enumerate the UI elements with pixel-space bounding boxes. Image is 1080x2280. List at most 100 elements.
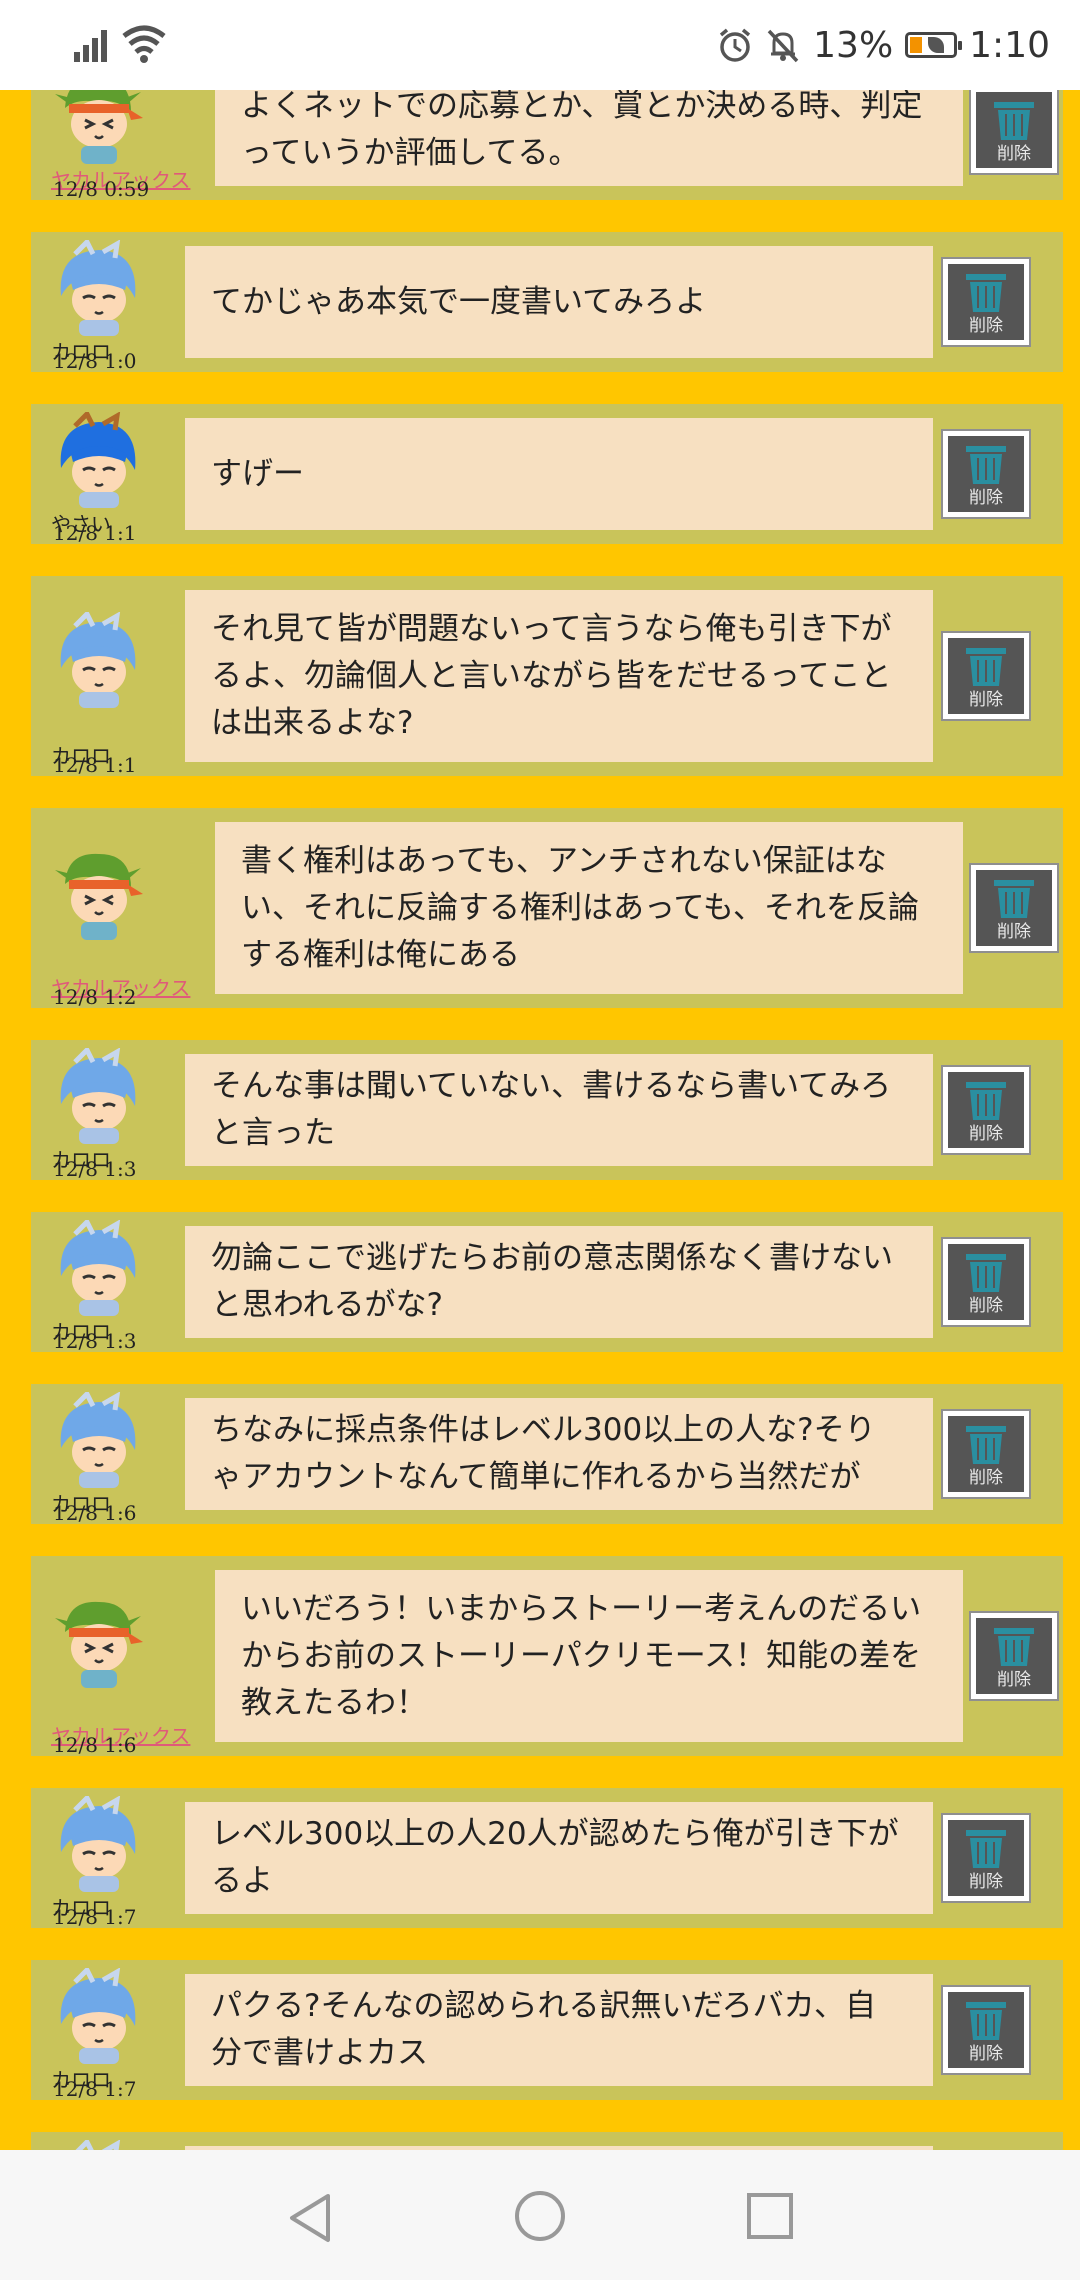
message-bubble: 勿論ここで逃げたらお前の意志関係なく書けない と思われるがな? <box>185 1226 933 1338</box>
trash-icon <box>994 1628 1034 1666</box>
user-avatar[interactable] <box>47 409 147 512</box>
message-timestamp: 12/8 1:6 <box>53 1733 137 1757</box>
chat-message-row: ヤカルアックス 12/8 1:6 いいだろう！いまからストーリー考えんのだるい からお… <box>31 1556 1063 1756</box>
recent-apps-icon[interactable] <box>746 2192 794 2240</box>
message-line: ちなみに採点条件はレベル300以上の人な?そり <box>211 1412 876 1448</box>
message-line: 分で書けよカス <box>211 2035 428 2071</box>
message-line: い、それに反論する権利はあっても、それを反論 <box>241 889 919 926</box>
message-timestamp: 12/8 1:6 <box>53 1501 137 1525</box>
message-line: るよ <box>211 1863 273 1899</box>
alarm-icon <box>720 28 751 62</box>
message-text: 勿論ここで逃げたらお前の意志関係なく書けない と思われるがな? <box>211 1235 893 1329</box>
navigation-bar <box>0 2150 1080 2280</box>
message-timestamp: 12/8 0:59 <box>53 177 150 201</box>
delete-button[interactable]: 削除 <box>971 865 1057 951</box>
message-line: 書く権利はあっても、アンチされない保証はな <box>241 842 887 879</box>
delete-button[interactable]: 削除 <box>943 1987 1029 2073</box>
message-line: るよ、勿論個人と言いながら皆をだせるってこと <box>211 657 892 694</box>
trash-icon <box>966 648 1006 686</box>
delete-label: 削除 <box>997 922 1031 942</box>
message-line: と思われるがな? <box>211 1287 443 1323</box>
message-timestamp: 12/8 1:3 <box>53 1157 137 1181</box>
home-icon[interactable] <box>512 2188 568 2244</box>
message-bubble: それ見て皆が問題ないって言うなら俺も引き下が るよ、勿論個人と言いながら皆をだせる… <box>185 590 933 762</box>
user-avatar[interactable] <box>47 1389 147 1492</box>
message-line: 勿論ここで逃げたらお前の意志関係なく書けない <box>211 1240 893 1276</box>
message-line: いいだろう！いまからストーリー考えんのだるい <box>241 1590 922 1627</box>
delete-button[interactable]: 削除 <box>943 1411 1029 1497</box>
chat-message-row: カロロ 12/8 1:0 てかじゃあ本気で一度書いてみろよ 削除 <box>31 232 1063 372</box>
message-line: ゃアカウントなんて簡単に作れるから当然だが <box>211 1459 861 1495</box>
trash-icon <box>994 880 1034 918</box>
message-line: は出来るよな? <box>211 704 414 741</box>
message-bubble: 書く権利はあっても、アンチされない保証はな い、それに反論する権利はあっても、それ… <box>215 822 963 994</box>
chat-message-row: ヤカルアックス 12/8 1:2 書く権利はあっても、アンチされない保証はな い、それ… <box>31 808 1063 1008</box>
delete-button[interactable]: 削除 <box>971 90 1057 173</box>
user-avatar[interactable] <box>47 2137 147 2150</box>
status-bar: 13% 1:10 <box>0 0 1080 90</box>
chat-message-row: カロロ 12/8 1:7 レベル300以上の人20人が認めたら俺が引き下が るよ 削除 <box>31 1788 1063 1928</box>
message-line: よくネットでの応募とか、賞とか決める時、判定 <box>241 90 923 124</box>
user-avatar[interactable] <box>47 844 147 944</box>
mute-icon <box>767 29 799 63</box>
delete-button[interactable]: 削除 <box>943 1239 1029 1325</box>
user-avatar[interactable] <box>47 1217 147 1320</box>
trash-icon <box>966 1082 1006 1120</box>
trash-icon <box>966 274 1006 312</box>
chat-log[interactable]: ヤカルアックス 12/8 0:59 よくネットでの応募とか、賞とか決める時、判定 って… <box>0 90 1080 2150</box>
wifi-icon <box>122 25 166 63</box>
delete-button[interactable]: 削除 <box>943 633 1029 719</box>
delete-label: 削除 <box>997 144 1031 164</box>
message-line: すげー <box>211 455 304 492</box>
trash-icon <box>966 1254 1006 1292</box>
message-text: それ見て皆が問題ないって言うなら俺も引き下が るよ、勿論個人と言いながら皆をだせる… <box>211 606 891 747</box>
delete-label: 削除 <box>969 2044 1003 2064</box>
message-bubble: レベル300以上の人20人が認めたら俺が引き下が るよ <box>185 1802 933 1914</box>
message-bubble: ちなみに採点条件はレベル300以上の人な?そり ゃアカウントなんて簡単に作れるから… <box>185 1398 933 1510</box>
back-icon[interactable] <box>286 2192 334 2244</box>
delete-button[interactable]: 削除 <box>943 1067 1029 1153</box>
delete-label: 削除 <box>969 488 1003 508</box>
delete-label: 削除 <box>969 690 1003 710</box>
message-bubble: すげー <box>185 418 933 530</box>
message-text: てかじゃあ本気で一度書いてみろよ <box>211 279 706 326</box>
trash-icon <box>966 446 1006 484</box>
trash-icon <box>966 1426 1006 1464</box>
delete-label: 削除 <box>969 316 1003 336</box>
message-text: パクる?そんなの認められる訳無いだろバカ、自 分で書けよカス <box>211 1983 876 2077</box>
chat-message-row: カロロ 12/8 1:3 勿論ここで逃げたらお前の意志関係なく書けない と思われるがな… <box>31 1212 1063 1352</box>
chat-message-row: カロロ12/8 1:9自分で一からストーリー考えんだよカス 削除 <box>31 2132 1063 2150</box>
message-line: それ見て皆が問題ないって言うなら俺も引き下が <box>211 610 892 647</box>
message-line: パクる?そんなの認められる訳無いだろバカ、自 <box>211 1988 876 2024</box>
message-line: と言った <box>211 1115 335 1151</box>
user-avatar[interactable] <box>47 1965 147 2068</box>
delete-button[interactable]: 削除 <box>943 1815 1029 1901</box>
user-avatar[interactable] <box>47 1592 147 1692</box>
chat-message-row: カロロ 12/8 1:3 そんな事は聞いていない、書けるなら書いてみろ と言った 削除 <box>31 1040 1063 1180</box>
battery-icon <box>905 32 963 58</box>
user-avatar[interactable] <box>47 609 147 712</box>
message-bubble: てかじゃあ本気で一度書いてみろよ <box>185 246 933 358</box>
message-line: そんな事は聞いていない、書けるなら書いてみろ <box>211 1068 892 1104</box>
delete-button[interactable]: 削除 <box>971 1613 1057 1699</box>
delete-button[interactable]: 削除 <box>943 431 1029 517</box>
message-timestamp: 12/8 1:1 <box>53 753 137 777</box>
message-bubble: パクる?そんなの認められる訳無いだろバカ、自 分で書けよカス <box>185 1974 933 2086</box>
trash-icon <box>966 2002 1006 2040</box>
message-text: ちなみに採点条件はレベル300以上の人な?そり ゃアカウントなんて簡単に作れるから… <box>211 1407 876 1501</box>
message-timestamp: 12/8 1:7 <box>53 1905 137 1929</box>
chat-message-row: カロロ 12/8 1:7 パクる?そんなの認められる訳無いだろバカ、自 分で書けよカス… <box>31 1960 1063 2100</box>
chat-message-row: カロロ 12/8 1:1 それ見て皆が問題ないって言うなら俺も引き下が るよ、勿論個人… <box>31 576 1063 776</box>
message-line: てかじゃあ本気で一度書いてみろよ <box>211 283 707 320</box>
user-avatar[interactable] <box>47 1045 147 1148</box>
user-avatar[interactable] <box>47 1793 147 1896</box>
message-list: ヤカルアックス 12/8 0:59 よくネットでの応募とか、賞とか決める時、判定 って… <box>0 90 1080 2150</box>
user-avatar[interactable] <box>47 237 147 340</box>
message-text: レベル300以上の人20人が認めたら俺が引き下が るよ <box>211 1811 899 1905</box>
trash-icon <box>994 102 1034 140</box>
message-line: っていうか評価してる。 <box>241 135 580 171</box>
user-avatar[interactable] <box>47 90 147 168</box>
message-line: する権利は俺にある <box>241 936 520 973</box>
delete-button[interactable]: 削除 <box>943 259 1029 345</box>
message-bubble: そんな事は聞いていない、書けるなら書いてみろ と言った <box>185 1054 933 1166</box>
